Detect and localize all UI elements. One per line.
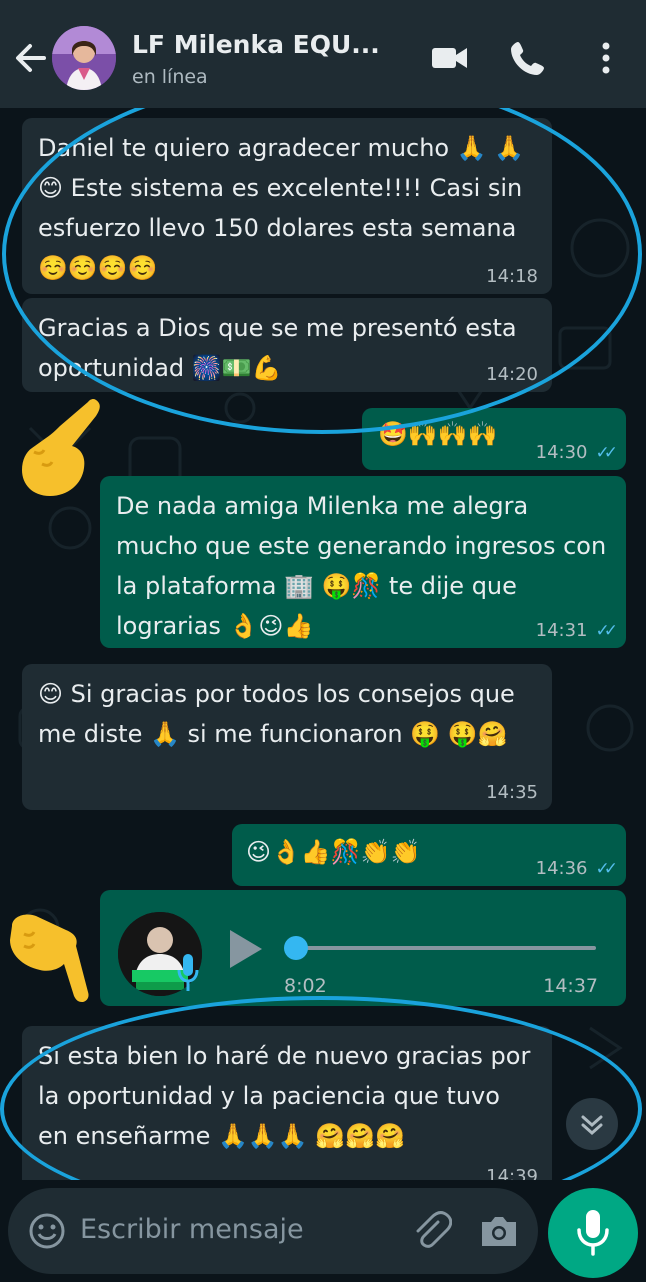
message-text: Gracias a Dios que se me presentó esta o…	[38, 314, 517, 382]
attach-icon[interactable]	[410, 1210, 453, 1252]
back-arrow-icon[interactable]	[10, 38, 50, 78]
video-call-icon[interactable]	[428, 36, 472, 80]
message-bubble-incoming[interactable]: 😊 Si gracias por todos los consejos que …	[22, 664, 552, 810]
voice-duration: 8:02	[284, 975, 327, 997]
contact-name[interactable]: LF Milenka EQU...	[132, 30, 380, 59]
scroll-down-icon[interactable]	[566, 1098, 618, 1150]
read-receipt-icon: ✓✓	[595, 443, 618, 463]
voice-message-bubble[interactable]: 8:02 14:37	[100, 890, 626, 1006]
emoji-icon[interactable]	[28, 1212, 66, 1250]
message-time: 14:37	[543, 975, 598, 997]
message-text: Si esta bien lo haré de nuevo gracias po…	[38, 1042, 531, 1150]
message-text: De nada amiga Milenka me alegra mucho qu…	[116, 492, 607, 640]
pointing-hand-icon	[18, 394, 108, 502]
more-options-icon[interactable]	[586, 36, 626, 80]
phone-icon[interactable]	[506, 36, 550, 80]
message-bubble-incoming[interactable]: Si esta bien lo haré de nuevo gracias po…	[22, 1026, 552, 1180]
message-time: 14:36	[535, 858, 588, 879]
audio-progress-knob[interactable]	[284, 936, 308, 960]
message-text: 😉👌👍🎊👏👏	[246, 838, 421, 866]
message-time: 14:30	[535, 442, 588, 463]
message-meta: 14:30 ✓✓	[535, 442, 618, 464]
message-meta: 14:36 ✓✓	[535, 858, 618, 880]
message-bubble-incoming[interactable]: Gracias a Dios que se me presentó esta o…	[22, 298, 552, 392]
play-icon[interactable]	[230, 930, 262, 968]
audio-progress-track[interactable]	[296, 946, 596, 950]
message-meta: 14:31 ✓✓	[535, 620, 618, 642]
message-time: 14:31	[535, 620, 588, 641]
message-time: 14:35	[486, 782, 538, 803]
message-input[interactable]: Escribir mensaje	[8, 1188, 538, 1274]
camera-icon[interactable]	[478, 1210, 520, 1252]
chat-header: LF Milenka EQU... en línea	[0, 8, 646, 108]
chat-area[interactable]: Daniel te quiero agradecer mucho 🙏 🙏 😊 E…	[0, 108, 646, 1180]
message-text: Daniel te quiero agradecer mucho 🙏 🙏 😊 E…	[38, 134, 525, 282]
read-receipt-icon: ✓✓	[595, 859, 618, 879]
microphone-icon	[176, 952, 200, 994]
message-time: 14:18	[486, 266, 538, 287]
message-text: 😊 Si gracias por todos los consejos que …	[38, 680, 515, 748]
compose-bar: Escribir mensaje	[0, 1180, 646, 1280]
message-bubble-outgoing[interactable]: 😉👌👍🎊👏👏 14:36 ✓✓	[232, 824, 626, 886]
message-time: 14:39	[486, 1166, 538, 1180]
contact-status: en línea	[132, 66, 208, 88]
voice-record-button[interactable]	[548, 1188, 638, 1278]
contact-avatar[interactable]	[52, 26, 116, 90]
read-receipt-icon: ✓✓	[595, 621, 618, 641]
microphone-icon	[577, 1210, 609, 1256]
message-input-placeholder: Escribir mensaje	[80, 1214, 304, 1245]
status-bar	[0, 0, 646, 8]
message-bubble-outgoing[interactable]: De nada amiga Milenka me alegra mucho qu…	[100, 476, 626, 648]
message-bubble-outgoing[interactable]: 🤩🙌🙌🙌 14:30 ✓✓	[362, 408, 626, 470]
pointing-hand-icon	[2, 908, 98, 1004]
message-bubble-incoming[interactable]: Daniel te quiero agradecer mucho 🙏 🙏 😊 E…	[22, 118, 552, 294]
message-text: 🤩🙌🙌🙌	[378, 420, 498, 448]
message-time: 14:20	[486, 364, 538, 385]
